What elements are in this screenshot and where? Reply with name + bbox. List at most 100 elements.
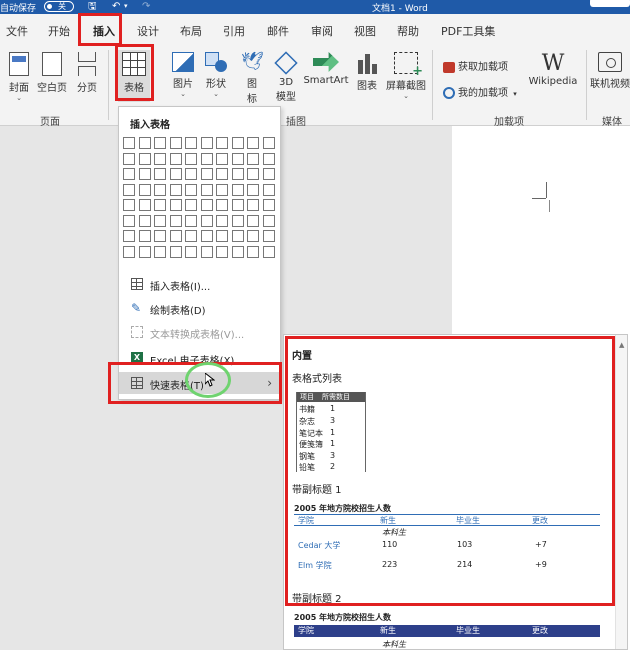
- window-control[interactable]: [590, 0, 630, 7]
- grid-cell[interactable]: [262, 230, 275, 242]
- grid-cell[interactable]: [169, 168, 182, 180]
- grid-cell[interactable]: [247, 183, 259, 196]
- icons-button[interactable]: 🕊 图 标: [240, 52, 264, 106]
- grid-cell[interactable]: [231, 199, 244, 211]
- grid-cell[interactable]: [185, 137, 197, 149]
- grid-cell[interactable]: [138, 137, 151, 149]
- grid-cell[interactable]: [216, 230, 228, 242]
- grid-cell[interactable]: [216, 168, 228, 180]
- my-addins-button[interactable]: 我的加载项 ▾: [443, 84, 517, 99]
- grid-cell[interactable]: [169, 152, 182, 165]
- grid-cell[interactable]: [138, 183, 151, 196]
- grid-cell[interactable]: [138, 152, 151, 165]
- grid-cell[interactable]: [169, 199, 182, 211]
- tab-help[interactable]: 帮助: [397, 23, 419, 39]
- grid-cell[interactable]: [262, 168, 275, 180]
- grid-cell[interactable]: [154, 199, 166, 211]
- grid-cell[interactable]: [154, 152, 166, 165]
- grid-cell[interactable]: [154, 137, 166, 149]
- grid-cell[interactable]: [262, 137, 275, 149]
- grid-cell[interactable]: [247, 168, 259, 180]
- grid-cell[interactable]: [200, 152, 213, 165]
- grid-cell[interactable]: [216, 183, 228, 196]
- wikipedia-button[interactable]: W Wikipedia: [526, 52, 580, 88]
- grid-cell[interactable]: [200, 199, 213, 211]
- grid-cell[interactable]: [247, 152, 259, 165]
- grid-cell[interactable]: [200, 214, 213, 227]
- grid-cell[interactable]: [185, 168, 197, 180]
- grid-cell[interactable]: [138, 199, 151, 211]
- grid-cell[interactable]: [216, 199, 228, 211]
- grid-cell[interactable]: [231, 152, 244, 165]
- grid-cell[interactable]: [200, 137, 213, 149]
- tab-references[interactable]: 引用: [223, 23, 245, 39]
- grid-cell[interactable]: [154, 230, 166, 242]
- grid-cell[interactable]: [216, 137, 228, 149]
- grid-cell[interactable]: [154, 214, 166, 227]
- blank-page-button[interactable]: 空白页: [36, 52, 68, 94]
- grid-cell[interactable]: [231, 230, 244, 242]
- redo-icon[interactable]: ↷: [142, 0, 150, 13]
- grid-cell[interactable]: [247, 245, 259, 258]
- grid-cell[interactable]: [185, 183, 197, 196]
- grid-cell[interactable]: [169, 245, 182, 258]
- grid-cell[interactable]: [154, 183, 166, 196]
- grid-cell[interactable]: [169, 137, 182, 149]
- undo-dropdown-icon[interactable]: ▾: [124, 0, 128, 13]
- chart-button[interactable]: 图表: [352, 52, 382, 92]
- grid-cell[interactable]: [123, 199, 135, 211]
- menu-draw-table[interactable]: ✎ 绘制表格(D): [119, 297, 280, 319]
- grid-cell[interactable]: [200, 230, 213, 242]
- grid-cell[interactable]: [123, 168, 135, 180]
- grid-cell[interactable]: [262, 152, 275, 165]
- grid-cell[interactable]: [185, 152, 197, 165]
- tab-home[interactable]: 开始: [48, 23, 70, 39]
- grid-cell[interactable]: [154, 168, 166, 180]
- grid-cell[interactable]: [123, 245, 135, 258]
- tab-view[interactable]: 视图: [354, 23, 376, 39]
- scroll-up-icon[interactable]: ▲: [619, 341, 624, 349]
- tab-mailings[interactable]: 邮件: [267, 23, 289, 39]
- grid-cell[interactable]: [247, 230, 259, 242]
- grid-cell[interactable]: [138, 214, 151, 227]
- grid-cell[interactable]: [262, 199, 275, 211]
- grid-cell[interactable]: [169, 214, 182, 227]
- screenshot-button[interactable]: 屏幕截图 ⌄: [384, 52, 428, 100]
- tab-design[interactable]: 设计: [137, 23, 159, 39]
- grid-cell[interactable]: [262, 183, 275, 196]
- gallery-scrollbar[interactable]: ▲: [615, 335, 627, 649]
- grid-cell[interactable]: [200, 245, 213, 258]
- table-size-grid[interactable]: [123, 137, 278, 258]
- grid-cell[interactable]: [123, 152, 135, 165]
- tab-layout[interactable]: 布局: [180, 23, 202, 39]
- pictures-button[interactable]: 图片 ⌄: [168, 52, 198, 98]
- get-addins-button[interactable]: 获取加载项: [443, 58, 508, 73]
- grid-cell[interactable]: [185, 245, 197, 258]
- grid-cell[interactable]: [200, 183, 213, 196]
- grid-cell[interactable]: [216, 214, 228, 227]
- menu-convert-text-to-table[interactable]: 文本转换成表格(V)...: [119, 321, 280, 343]
- grid-cell[interactable]: [216, 245, 228, 258]
- grid-cell[interactable]: [200, 168, 213, 180]
- tab-pdf-tools[interactable]: PDF工具集: [441, 23, 495, 39]
- grid-cell[interactable]: [169, 183, 182, 196]
- grid-cell[interactable]: [123, 183, 135, 196]
- grid-cell[interactable]: [138, 245, 151, 258]
- shapes-button[interactable]: 形状 ⌄: [201, 52, 231, 98]
- grid-cell[interactable]: [216, 152, 228, 165]
- grid-cell[interactable]: [138, 168, 151, 180]
- autosave-toggle[interactable]: 关: [44, 1, 74, 12]
- grid-cell[interactable]: [231, 137, 244, 149]
- grid-cell[interactable]: [231, 183, 244, 196]
- tab-review[interactable]: 审阅: [311, 23, 333, 39]
- 3d-models-button[interactable]: 3D 模型: [272, 51, 300, 103]
- tab-file[interactable]: 文件: [6, 23, 28, 39]
- grid-cell[interactable]: [247, 137, 259, 149]
- undo-icon[interactable]: ↶: [112, 0, 120, 13]
- page-break-button[interactable]: 分页: [72, 52, 102, 94]
- grid-cell[interactable]: [231, 214, 244, 227]
- grid-cell[interactable]: [123, 137, 135, 149]
- grid-cell[interactable]: [138, 230, 151, 242]
- grid-cell[interactable]: [247, 214, 259, 227]
- grid-cell[interactable]: [231, 168, 244, 180]
